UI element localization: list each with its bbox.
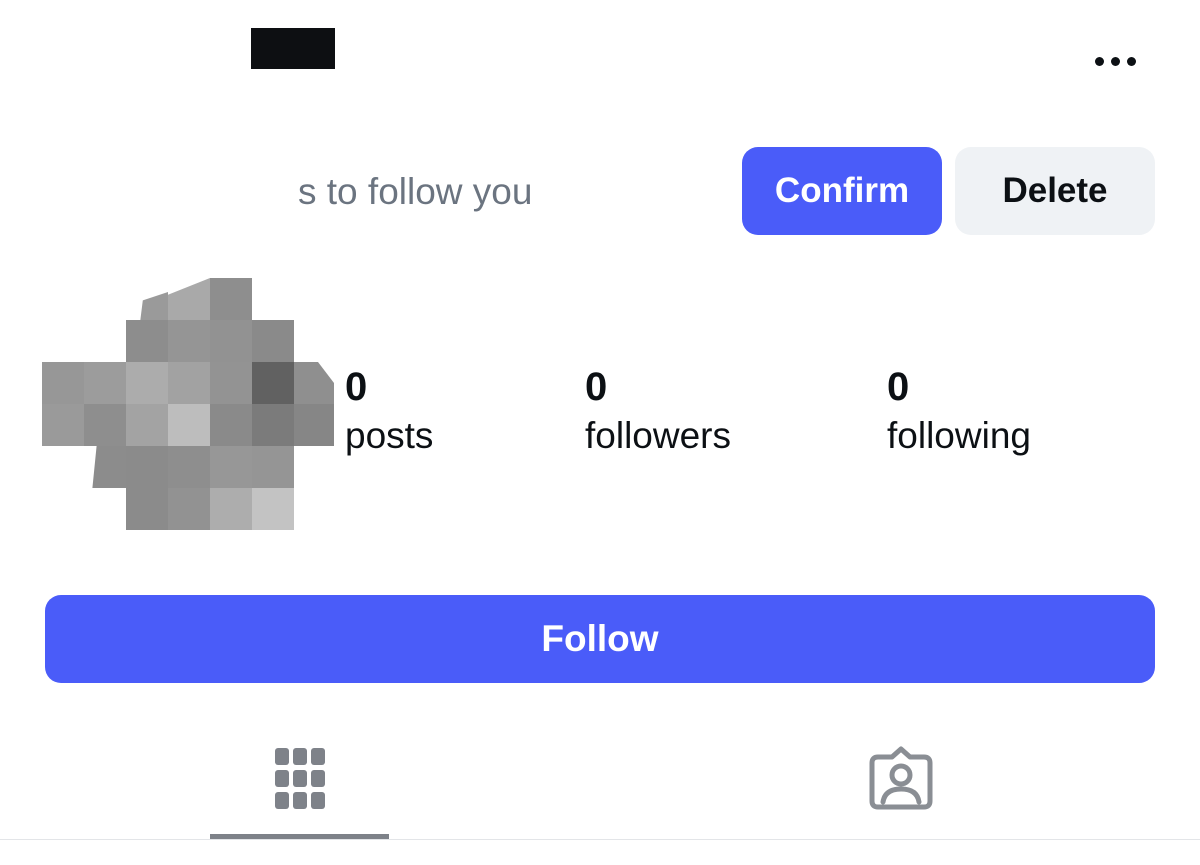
more-dot-icon <box>1126 56 1136 66</box>
grid-icon <box>275 748 325 810</box>
avatar-pixel <box>168 446 210 488</box>
posts-label: posts <box>345 415 434 456</box>
avatar-pixel <box>252 404 294 446</box>
avatar-pixel <box>252 320 294 362</box>
avatar-pixel <box>210 320 252 362</box>
avatar-pixel <box>84 362 126 404</box>
avatar-pixel <box>210 404 252 446</box>
avatar-pixel <box>126 488 168 530</box>
avatar-pixel <box>294 404 334 446</box>
tab-posts-grid[interactable] <box>210 735 389 841</box>
avatar-pixel <box>42 404 84 446</box>
avatar-pixel <box>168 404 210 446</box>
more-dot-icon <box>1094 56 1104 66</box>
avatar-pixel <box>126 320 168 362</box>
tab-tagged[interactable] <box>840 735 960 841</box>
delete-button[interactable]: Delete <box>955 147 1155 235</box>
avatar-pixel <box>42 362 84 404</box>
avatar-pixel <box>252 362 294 404</box>
tab-divider <box>0 839 1200 840</box>
avatar-pixel <box>168 278 210 320</box>
redacted-username <box>251 28 335 69</box>
avatar-pixel <box>168 488 210 530</box>
avatar-pixel <box>92 446 126 488</box>
avatar-pixel <box>210 362 252 404</box>
avatar-pixel <box>210 446 252 488</box>
follow-request-text: s to follow you <box>298 171 533 212</box>
avatar-pixel <box>168 362 210 404</box>
avatar-pixel <box>210 278 252 320</box>
avatar-pixel <box>168 320 210 362</box>
confirm-button[interactable]: Confirm <box>742 147 942 235</box>
avatar-pixel <box>210 488 252 530</box>
avatar-pixel <box>252 488 294 530</box>
more-dot-icon <box>1110 56 1120 66</box>
avatar-pixel <box>252 446 294 488</box>
tagged-person-icon <box>869 746 933 810</box>
followers-stat[interactable]: 0 followers <box>585 362 731 460</box>
following-stat[interactable]: 0 following <box>887 362 1031 460</box>
avatar-pixel <box>84 404 126 446</box>
followers-label: followers <box>585 415 731 456</box>
avatar-pixel <box>126 362 168 404</box>
avatar-pixel <box>294 362 334 404</box>
followers-count: 0 <box>585 365 608 409</box>
avatar[interactable] <box>42 278 334 530</box>
avatar-pixel <box>126 446 168 488</box>
more-options-button[interactable] <box>1090 44 1140 78</box>
following-count: 0 <box>887 365 910 409</box>
posts-stat[interactable]: 0 posts <box>345 362 433 460</box>
avatar-pixel <box>126 404 168 446</box>
following-label: following <box>887 415 1031 456</box>
follow-button[interactable]: Follow <box>45 595 1155 683</box>
posts-count: 0 <box>345 365 368 409</box>
